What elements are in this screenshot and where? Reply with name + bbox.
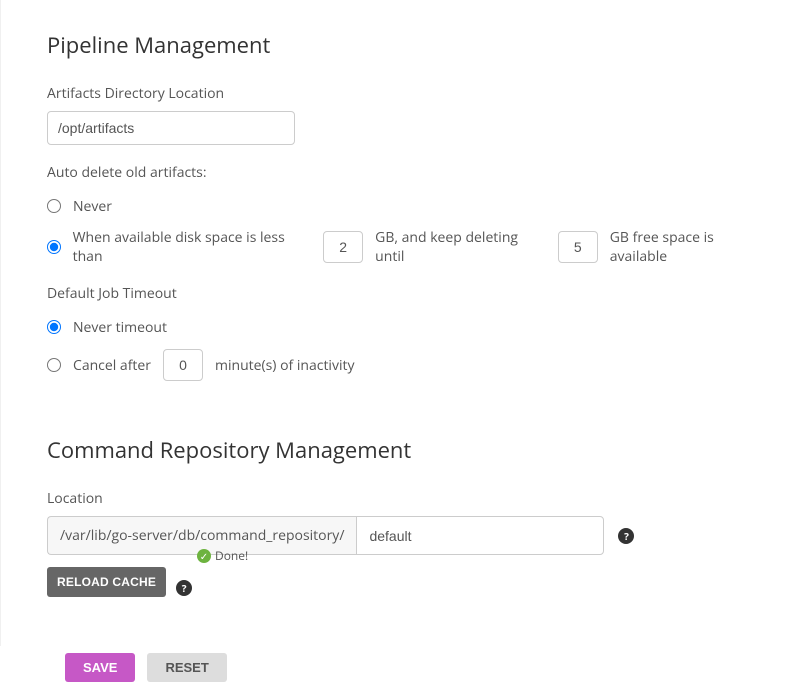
artifacts-dir-label: Artifacts Directory Location [47,84,770,103]
pipeline-management-heading: Pipeline Management [47,30,770,60]
artifacts-dir-input[interactable] [47,111,295,145]
location-input[interactable] [356,516,604,555]
auto-delete-gb-keep: GB, and keep deleting until [375,228,546,266]
auto-delete-label: Auto delete old artifacts: [47,163,770,182]
check-icon: ✓ [197,549,211,563]
auto-delete-gb-free: GB free space is available [610,228,770,266]
cancel-after-label: Cancel after [73,356,151,375]
save-button[interactable]: SAVE [65,653,135,682]
auto-delete-when-radio[interactable] [47,240,61,254]
cancel-after-minutes-input[interactable] [163,349,203,381]
never-timeout-label: Never timeout [73,318,167,337]
location-label: Location [47,489,770,508]
done-label: Done! [215,547,248,564]
minutes-suffix: minute(s) of inactivity [215,356,355,375]
cancel-after-radio[interactable] [47,358,61,372]
auto-delete-never-radio[interactable] [47,199,61,213]
auto-delete-target-input[interactable] [558,231,598,263]
auto-delete-never-label: Never [73,197,112,216]
reload-cache-button[interactable]: RELOAD CACHE [47,567,166,597]
default-job-timeout-label: Default Job Timeout [47,284,770,303]
help-icon[interactable]: ? [618,528,634,544]
never-timeout-radio[interactable] [47,320,61,334]
auto-delete-threshold-input[interactable] [323,231,363,263]
command-repo-heading: Command Repository Management [47,435,770,465]
help-icon[interactable]: ? [176,580,192,596]
reset-button[interactable]: RESET [147,653,226,682]
auto-delete-when-prefix: When available disk space is less than [73,228,312,266]
